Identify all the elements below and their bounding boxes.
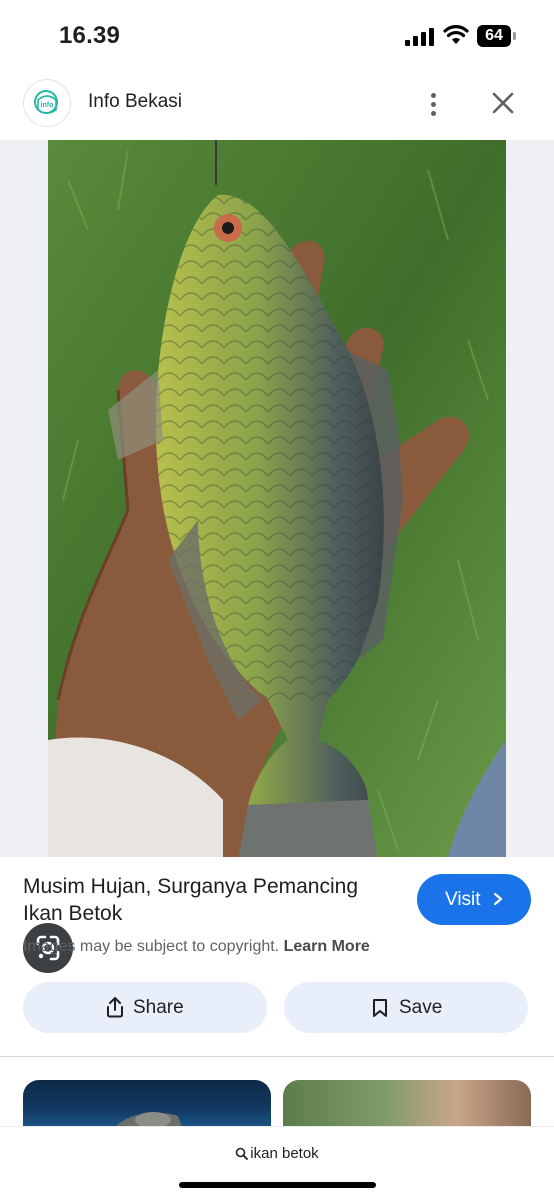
visit-button[interactable]: Visit bbox=[417, 874, 531, 925]
search-query-text: ikan betok bbox=[250, 1145, 319, 1162]
fish-photo[interactable] bbox=[48, 140, 506, 857]
learn-more-link[interactable]: Learn More bbox=[284, 938, 370, 955]
share-label: Share bbox=[133, 997, 184, 1018]
home-indicator[interactable] bbox=[179, 1182, 376, 1188]
battery-cap bbox=[513, 32, 516, 40]
save-label: Save bbox=[399, 997, 443, 1018]
close-icon[interactable] bbox=[486, 86, 520, 120]
wifi-icon bbox=[443, 25, 469, 44]
site-logo[interactable]: info bbox=[24, 80, 70, 126]
svg-text:info: info bbox=[41, 102, 54, 109]
bottom-search-bar: ikan betok bbox=[0, 1126, 554, 1201]
visit-label: Visit bbox=[445, 889, 481, 910]
search-icon bbox=[235, 1147, 249, 1160]
save-button[interactable]: Save bbox=[284, 982, 528, 1033]
site-name[interactable]: Info Bekasi bbox=[88, 91, 182, 113]
battery-icon: 64 bbox=[477, 25, 511, 47]
more-vert-icon[interactable] bbox=[420, 86, 448, 122]
search-query-chip[interactable]: ikan betok bbox=[0, 1145, 554, 1162]
share-icon bbox=[107, 997, 123, 1018]
result-title[interactable]: Musim Hujan, Surganya Pemancing Ikan Bet… bbox=[23, 873, 383, 927]
related-image-thumbnail[interactable] bbox=[283, 1080, 531, 1130]
bookmark-icon bbox=[373, 999, 387, 1017]
copyright-notice: Images may be subject to copyright. Lear… bbox=[23, 938, 370, 956]
share-button[interactable]: Share bbox=[23, 982, 267, 1033]
chevron-right-icon bbox=[493, 892, 503, 906]
image-preview-area bbox=[0, 140, 554, 973]
cellular-signal-icon bbox=[405, 28, 435, 46]
status-time: 16.39 bbox=[59, 22, 121, 49]
related-image-thumbnail[interactable] bbox=[23, 1080, 271, 1130]
copyright-text: Images may be subject to copyright. bbox=[23, 938, 280, 955]
status-bar: 16.39 64 bbox=[0, 0, 554, 72]
source-header: info Info Bekasi bbox=[0, 72, 554, 140]
section-divider bbox=[0, 1056, 554, 1057]
